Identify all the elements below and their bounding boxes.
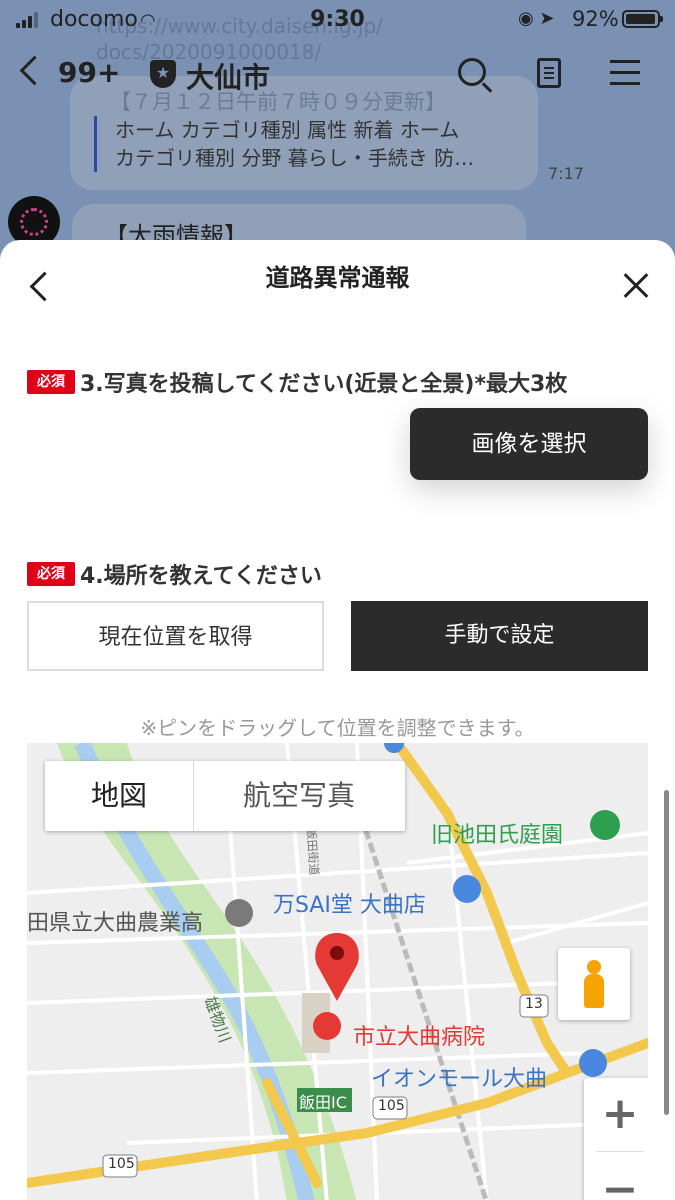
select-image-button[interactable]: 画像を選択 <box>410 408 648 480</box>
search-icon[interactable] <box>458 58 486 86</box>
chat-background: https://www.city.daisen.lg.jp/ docs/2020… <box>0 0 675 260</box>
map-type-control: 地図 航空写真 <box>45 761 405 831</box>
map-label-ic: 飯田IC <box>299 1093 347 1112</box>
preview-line: カテゴリ種別 分野 暮らし・手続き 防… <box>115 146 475 170</box>
sheet-title: 道路異常通報 <box>265 264 410 292</box>
location-lock-icon: ◉ ➤ <box>518 8 555 29</box>
pegman-icon[interactable] <box>558 948 630 1020</box>
status-bar: docomo ◠ 9:30 ◉ ➤ 92% <box>0 0 675 40</box>
route-13-shield: 13 <box>525 996 543 1012</box>
chat-title: 大仙市 <box>186 61 271 94</box>
unread-count[interactable]: 99+ <box>58 56 120 89</box>
location-question-label: 4.場所を教えてください <box>80 564 322 589</box>
map-label-garden[interactable]: 旧池田氏庭園 <box>431 817 563 849</box>
close-icon[interactable] <box>622 272 650 300</box>
map-label-road: 飯田街道 <box>303 827 322 876</box>
map-label-school[interactable]: 田県立大曲農業高 <box>27 905 203 937</box>
chat-header: 99+ ★ 大仙市 <box>0 48 675 104</box>
photo-question-label: 3.写真を投稿してください(近景と全景)*最大3枚 <box>80 372 568 397</box>
scrollbar[interactable] <box>664 790 669 1115</box>
map-type-map-button[interactable]: 地図 <box>45 761 194 831</box>
zoom-out-button[interactable]: − <box>584 1154 648 1200</box>
preview-line: ホーム カテゴリ種別 属性 新着 ホーム <box>115 118 460 142</box>
required-badge: 必須 <box>27 370 75 394</box>
note-icon[interactable] <box>537 58 561 88</box>
battery-icon <box>622 10 663 28</box>
get-current-location-button[interactable]: 現在位置を取得 <box>27 601 324 671</box>
map-label-mall[interactable]: イオンモール大曲 <box>371 1061 547 1093</box>
message-time: 7:17 <box>548 164 584 183</box>
map[interactable]: 旧池田氏庭園 万SAI堂 大曲店 田県立大曲農業高 市立大曲病院 イオンモール大… <box>27 743 648 1200</box>
zoom-in-button[interactable]: + <box>584 1078 648 1150</box>
route-105-shield: 105 <box>108 1156 135 1172</box>
map-label-store[interactable]: 万SAI堂 大曲店 <box>273 887 426 919</box>
link-preview: ホーム カテゴリ種別 属性 新着 ホーム カテゴリ種別 分野 暮らし・手続き 防… <box>94 116 535 172</box>
official-account-icon: ★ <box>150 60 176 88</box>
battery-percent: 92% <box>572 7 619 31</box>
required-badge: 必須 <box>27 562 75 586</box>
map-type-aerial-button[interactable]: 航空写真 <box>193 761 405 831</box>
route-105-shield: 105 <box>378 1098 405 1114</box>
map-label-hospital[interactable]: 市立大曲病院 <box>353 1019 485 1051</box>
menu-icon[interactable] <box>610 58 640 86</box>
back-icon[interactable] <box>19 55 50 86</box>
manual-set-button[interactable]: 手動で設定 <box>351 601 648 671</box>
report-sheet: 道路異常通報 必須 3.写真を投稿してください(近景と全景)*最大3枚 画像を選… <box>0 240 675 1200</box>
drag-hint: ※ピンをドラッグして位置を調整できます。 <box>140 716 535 740</box>
zoom-control: + − <box>584 1078 648 1200</box>
